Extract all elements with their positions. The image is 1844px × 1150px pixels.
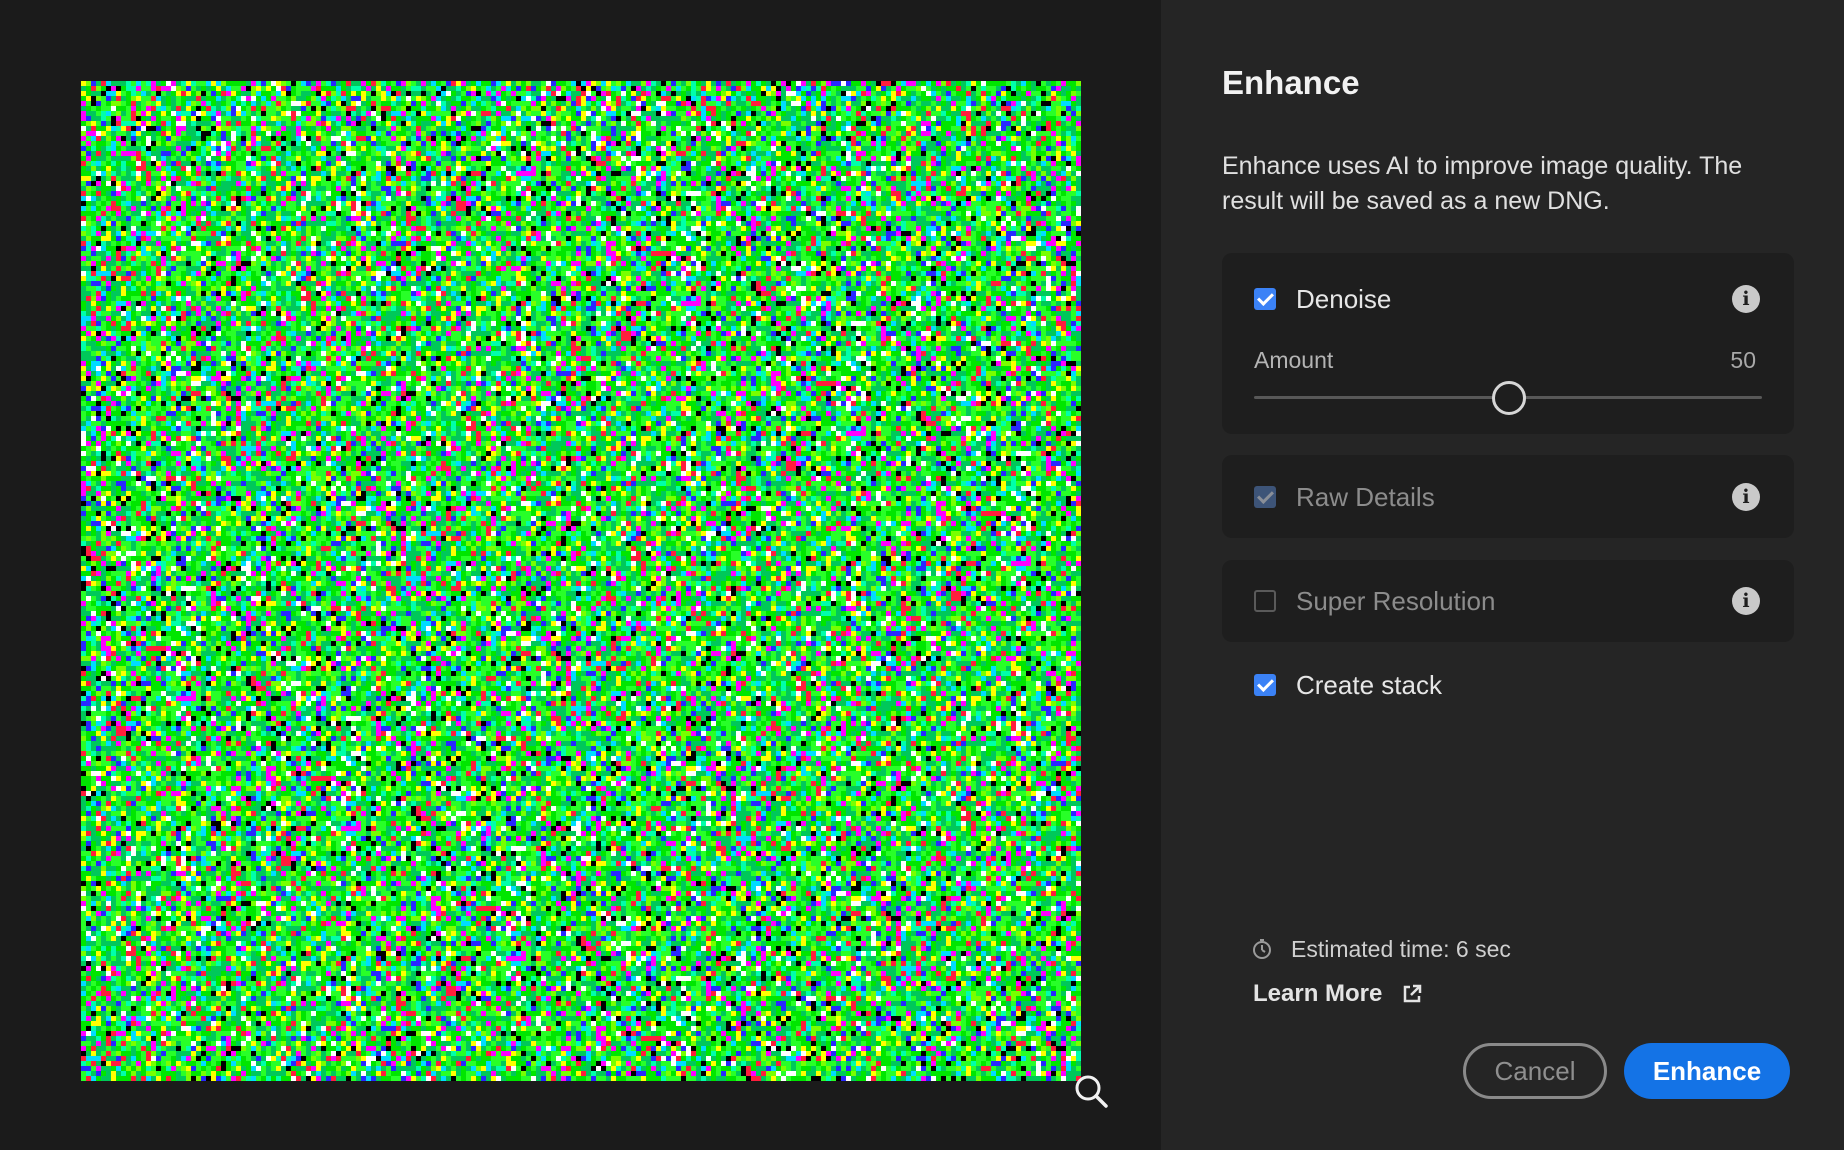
super-resolution-info-icon[interactable]: i xyxy=(1732,587,1760,615)
raw-details-row: Raw Details i xyxy=(1222,477,1794,517)
amount-slider[interactable] xyxy=(1254,381,1762,415)
image-preview[interactable] xyxy=(81,81,1108,1108)
super-resolution-row: Super Resolution i xyxy=(1222,581,1794,621)
denoise-info-icon[interactable]: i xyxy=(1732,285,1760,313)
cancel-button[interactable]: Cancel xyxy=(1463,1043,1607,1099)
super-resolution-section: Super Resolution i xyxy=(1222,560,1794,642)
amount-value: 50 xyxy=(1730,347,1756,373)
estimated-time: Estimated time: 6 sec xyxy=(1251,934,1511,964)
preview-image xyxy=(81,81,1081,1081)
raw-details-section: Raw Details i xyxy=(1222,455,1794,538)
create-stack-label: Create stack xyxy=(1296,669,1442,700)
clock-icon xyxy=(1253,939,1271,959)
enhance-button[interactable]: Enhance xyxy=(1624,1043,1790,1099)
learn-more-label: Learn More xyxy=(1253,980,1383,1007)
raw-details-checkbox[interactable] xyxy=(1254,486,1276,508)
denoise-checkbox[interactable] xyxy=(1254,288,1276,310)
amount-label: Amount xyxy=(1254,347,1334,373)
denoise-row: Denoise i xyxy=(1222,279,1794,319)
amount-slider-handle[interactable] xyxy=(1492,381,1526,415)
create-stack-row: Create stack xyxy=(1222,665,1794,705)
estimated-time-text: Estimated time: 6 sec xyxy=(1291,935,1511,962)
create-stack-checkbox[interactable] xyxy=(1254,674,1276,696)
super-resolution-checkbox[interactable] xyxy=(1254,590,1276,612)
denoise-section: Denoise i Amount 50 xyxy=(1222,253,1794,434)
dialog-description: Enhance uses AI to improve image quality… xyxy=(1222,152,1743,215)
denoise-label: Denoise xyxy=(1296,283,1392,314)
zoom-icon[interactable] xyxy=(1071,1071,1111,1111)
create-stack-inner: Create stack xyxy=(1222,665,1794,705)
learn-more-link[interactable]: Learn More xyxy=(1253,980,1424,1008)
preview-pane xyxy=(0,0,1161,1150)
super-resolution-label: Super Resolution xyxy=(1296,585,1496,616)
external-link-icon xyxy=(1404,984,1422,1003)
raw-details-info-icon[interactable]: i xyxy=(1732,483,1760,511)
raw-details-label: Raw Details xyxy=(1296,481,1435,512)
dialog-title: Enhance xyxy=(1222,64,1360,101)
enhance-panel: Enhance Enhance uses AI to improve image… xyxy=(1161,0,1844,1150)
